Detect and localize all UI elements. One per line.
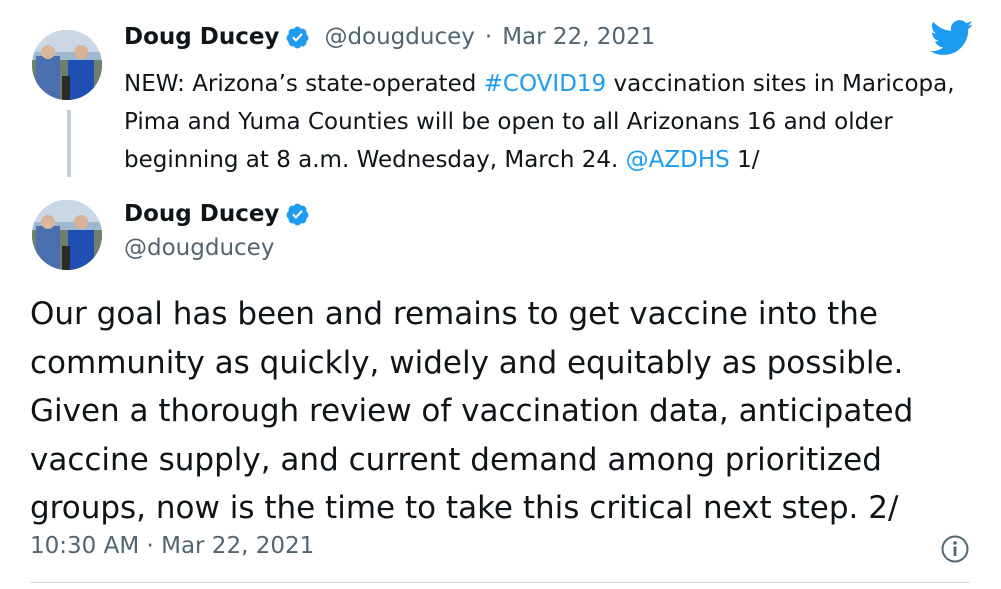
author-handle[interactable]: @dougducey [324,24,474,50]
dot-separator: · [484,24,493,50]
author-name[interactable]: Doug Ducey [124,201,279,227]
verified-badge-icon [285,202,310,227]
main-tweet-author: Doug Ducey [124,201,310,227]
tweet-text-segment: NEW: Arizona’s state-operated [124,71,484,97]
tweet-text-segment: 1/ [729,147,760,173]
author-name[interactable]: Doug Ducey [124,24,279,50]
mention-link[interactable]: @AZDHS [626,147,730,173]
divider [30,582,970,583]
verified-badge-icon [285,25,310,50]
author-handle[interactable]: @dougducey [124,235,274,261]
avatar[interactable] [32,30,102,100]
avatar[interactable] [32,200,102,270]
thread-connector-line [67,110,71,177]
tweet-timestamp[interactable]: 10:30 AM · Mar 22, 2021 [30,533,314,559]
tweet-date[interactable]: Mar 22, 2021 [502,24,655,50]
twitter-bird-icon[interactable] [930,20,974,56]
quoted-tweet-header: Doug Ducey @dougducey · Mar 22, 2021 [124,24,655,50]
main-tweet-text: Our goal has been and remains to get vac… [30,296,914,526]
quoted-tweet-text: NEW: Arizona’s state-operated #COVID19 v… [124,65,964,179]
info-icon[interactable] [940,534,970,564]
hashtag-link[interactable]: #COVID19 [484,71,607,97]
